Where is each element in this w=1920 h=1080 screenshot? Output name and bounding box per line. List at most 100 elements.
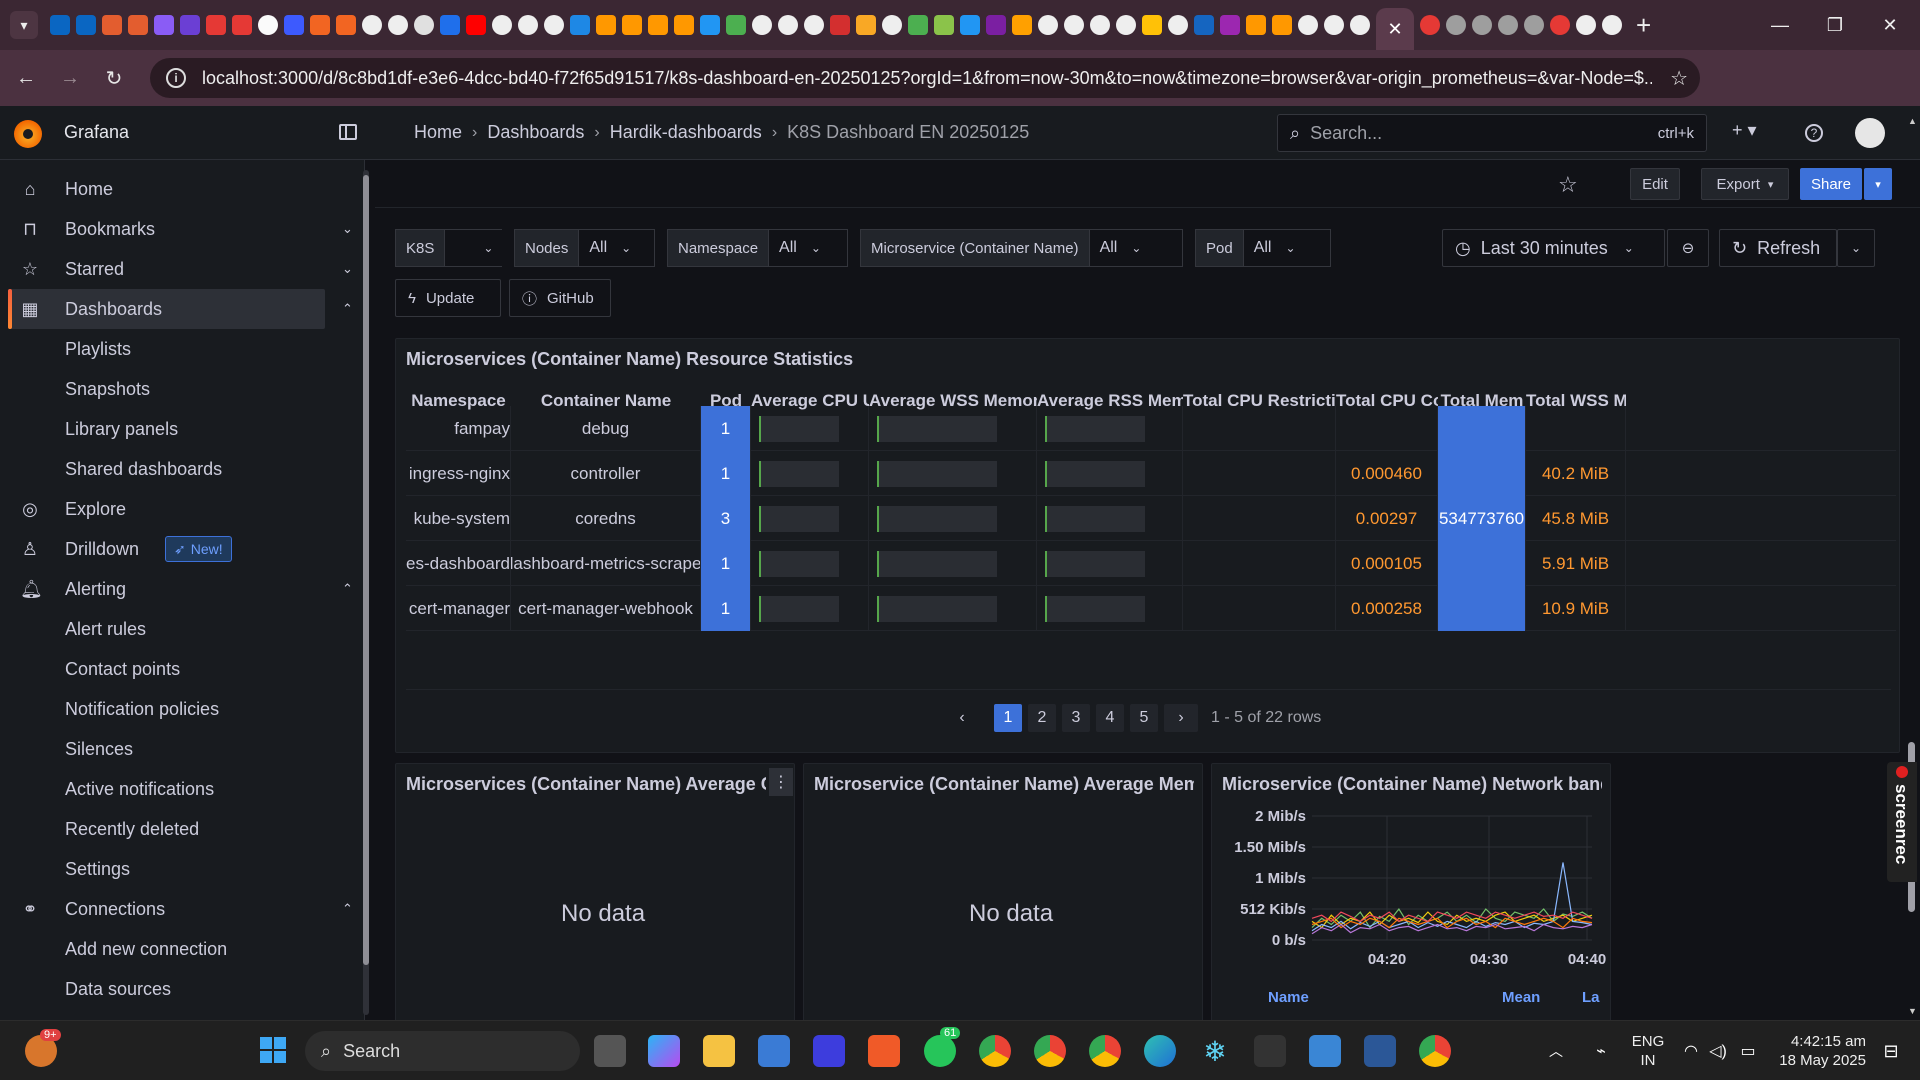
sidebar-item-drilldown[interactable]: ♙ Drilldown ➶ New! [0,529,364,569]
tab-favicon[interactable] [674,15,694,35]
language-indicator[interactable]: ENG IN [1626,1032,1670,1070]
active-tab-close-icon[interactable]: ✕ [1376,8,1414,50]
tab-favicon[interactable] [232,15,252,35]
tab-favicon[interactable] [1472,15,1492,35]
update-link-button[interactable]: ϟ Update [395,279,501,317]
sidebar-item-starred[interactable]: ☆ Starred ⌄ [0,249,364,289]
windows-start-icon[interactable] [258,1035,288,1065]
reload-icon[interactable]: ↻ [96,60,132,96]
sidebar-item-recently-deleted[interactable]: Recently deleted [0,809,364,849]
volume-icon[interactable]: ◁) [1702,1035,1734,1067]
sidebar-item-snapshots[interactable]: Snapshots [0,369,364,409]
sidebar-item-silences[interactable]: Silences [0,729,364,769]
variable-value-dropdown[interactable]: All ⌄ [1243,230,1306,266]
clock[interactable]: 4:42:15 am 18 May 2025 [1766,1032,1866,1070]
variable-value-dropdown[interactable]: All ⌄ [1089,230,1152,266]
sidebar-item-dashboards[interactable]: ▦ Dashboards ⌃ [0,289,364,329]
tab-favicon[interactable] [76,15,96,35]
back-icon[interactable]: ← [8,60,44,96]
tab-favicon[interactable] [1350,15,1370,35]
tab-favicon[interactable] [310,15,330,35]
github-link-button[interactable]: ⓘ GitHub [509,279,611,317]
battery-icon[interactable]: ▭ [1732,1035,1764,1067]
tab-favicon[interactable] [1194,15,1214,35]
export-button[interactable]: Export ▾ [1701,168,1789,200]
close-window-button[interactable]: ✕ [1860,0,1920,50]
auto-refresh-dropdown[interactable]: ⌄ [1837,229,1875,267]
page-scrollbar[interactable]: ▲ ▼ [1905,112,1917,1020]
breadcrumb-dashboards[interactable]: Dashboards [487,122,584,143]
page-button[interactable]: 5 [1130,704,1158,732]
sidebar-item-shared-dashboards[interactable]: Shared dashboards [0,449,364,489]
tray-overflow-icon[interactable]: ︿ [1540,1035,1572,1067]
tab-favicon[interactable] [596,15,616,35]
tab-favicon[interactable] [492,15,512,35]
prev-page-button[interactable]: ‹ [948,704,976,732]
help-icon[interactable]: ? [1805,124,1823,142]
tab-favicon[interactable] [362,15,382,35]
notification-center-icon[interactable]: ⊟ [1875,1035,1907,1067]
tab-favicon[interactable] [778,15,798,35]
edit-button[interactable]: Edit [1630,168,1680,200]
forward-icon[interactable]: → [52,60,88,96]
tab-favicon[interactable] [518,15,538,35]
sidebar-scrollbar-thumb[interactable] [363,175,369,965]
file-explorer-icon[interactable] [703,1035,735,1067]
tab-favicon[interactable] [1498,15,1518,35]
tab-favicon[interactable] [908,15,928,35]
tab-search-dropdown[interactable]: ▾ [10,11,38,39]
page-button[interactable]: 2 [1028,704,1056,732]
tab-favicon[interactable] [986,15,1006,35]
chevron-up-icon[interactable]: ⌃ [342,581,353,597]
tab-favicon[interactable] [50,15,70,35]
tab-favicon[interactable] [1602,15,1622,35]
share-options-dropdown[interactable]: ▾ [1864,168,1892,200]
zoom-out-button[interactable]: ⊖ [1667,229,1709,267]
series-line-5[interactable] [1311,923,1593,935]
word-icon[interactable] [1364,1035,1396,1067]
refresh-button[interactable]: ↻ Refresh [1719,229,1837,267]
sidebar-item-library-panels[interactable]: Library panels [0,409,364,449]
tab-favicon[interactable] [804,15,824,35]
site-info-icon[interactable]: i [166,68,186,88]
variable-k8s[interactable]: K8S ⌄ [395,229,504,267]
chevron-up-icon[interactable]: ⌃ [342,901,353,917]
variable-microservice[interactable]: Microservice (Container Name) All ⌄ [860,229,1183,267]
chrome-icon[interactable] [979,1035,1011,1067]
chrome-icon[interactable] [1089,1035,1121,1067]
whatsapp-icon[interactable] [924,1035,956,1067]
tab-favicon[interactable] [466,15,486,35]
tab-favicon[interactable] [622,15,642,35]
variable-value-dropdown[interactable]: All ⌄ [769,230,831,266]
tab-favicon[interactable] [336,15,356,35]
tab-favicon[interactable] [258,15,278,35]
network-tray-icon[interactable]: ⌁ [1585,1035,1617,1067]
page-button[interactable]: 1 [994,704,1022,732]
chevron-up-icon[interactable]: ⌃ [342,301,353,317]
page-button[interactable]: 3 [1062,704,1090,732]
tab-favicon[interactable] [830,15,850,35]
tab-favicon[interactable] [180,15,200,35]
taskbar-search-box[interactable]: ⌕ Search [305,1031,580,1071]
tab-favicon[interactable] [934,15,954,35]
screenrec-widget[interactable]: screenrec [1887,762,1917,882]
app-icon[interactable] [813,1035,845,1067]
tab-favicon[interactable] [960,15,980,35]
sidebar-item-alert-rules[interactable]: Alert rules [0,609,364,649]
variable-pod[interactable]: Pod All ⌄ [1195,229,1331,267]
tab-favicon[interactable] [726,15,746,35]
search-input[interactable]: ⌕ Search... ctrl+k [1277,114,1707,152]
tab-favicon[interactable] [284,15,304,35]
tab-favicon[interactable] [700,15,720,35]
tab-favicon[interactable] [882,15,902,35]
tab-favicon[interactable] [1324,15,1344,35]
tab-favicon[interactable] [544,15,564,35]
legend-header-mean[interactable]: Mean [1502,989,1540,1006]
tab-favicon[interactable] [206,15,226,35]
tab-favicon[interactable] [1012,15,1032,35]
variable-namespace[interactable]: Namespace All ⌄ [667,229,848,267]
tab-favicon[interactable] [1576,15,1596,35]
scroll-up-icon[interactable]: ▲ [1908,116,1917,126]
url-text[interactable]: localhost:3000/d/8c8bd1df-e3e6-4dcc-bd40… [202,68,1652,89]
legend-header-name[interactable]: Name [1268,989,1309,1006]
